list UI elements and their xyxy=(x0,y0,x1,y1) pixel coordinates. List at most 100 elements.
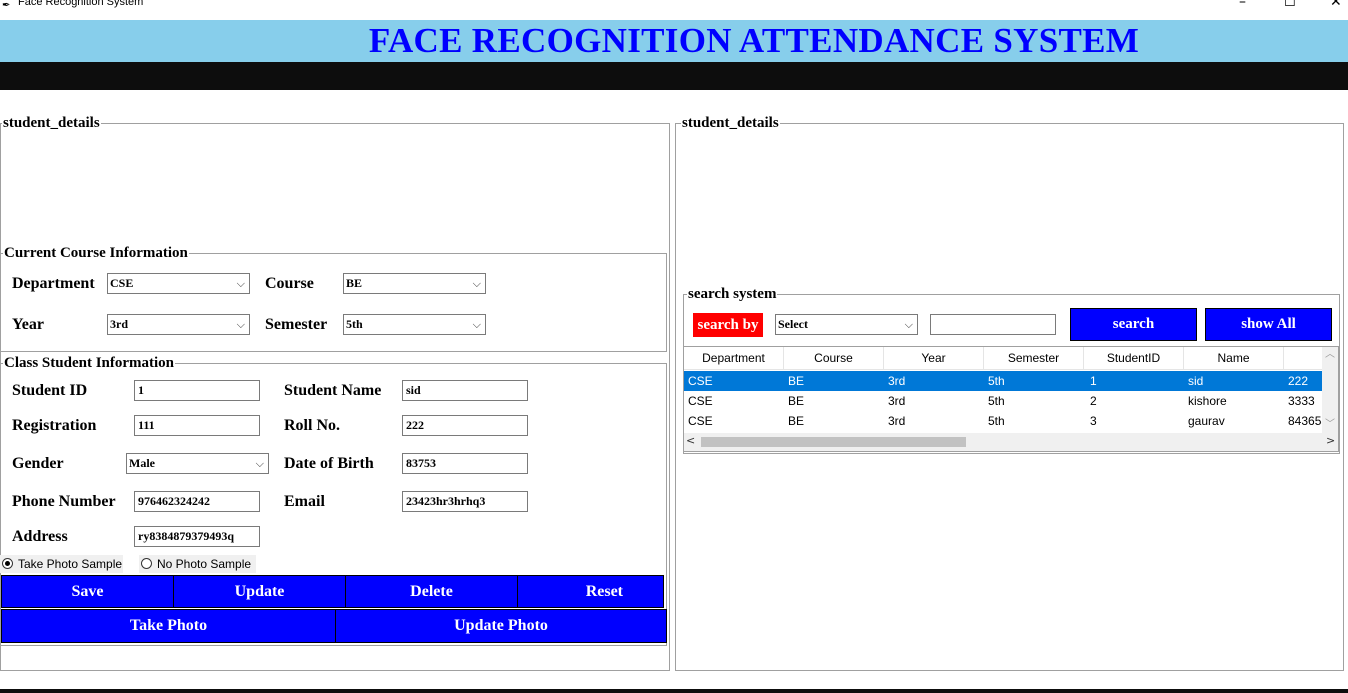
semester-label: Semester xyxy=(265,316,328,333)
maximize-button[interactable]: ☐ xyxy=(1284,0,1296,10)
scroll-right-icon[interactable]: > xyxy=(1326,434,1335,447)
table-cell: BE xyxy=(788,394,805,408)
bottom-bar xyxy=(0,689,1348,693)
search-by-value: Select xyxy=(778,317,808,331)
scroll-left-icon[interactable]: < xyxy=(686,434,695,447)
gender-label: Gender xyxy=(12,455,64,472)
delete-button[interactable]: Delete xyxy=(345,575,518,608)
student-name-input[interactable] xyxy=(402,380,528,401)
horizontal-scroll-thumb[interactable] xyxy=(701,437,966,447)
gender-value: Male xyxy=(129,456,155,470)
no-photo-radio-label: No Photo Sample xyxy=(157,557,252,571)
save-button[interactable]: Save xyxy=(1,575,174,608)
minimize-button[interactable]: – xyxy=(1239,0,1246,10)
close-button[interactable]: ✕ xyxy=(1330,0,1342,10)
search-button[interactable]: search xyxy=(1070,308,1197,341)
email-label: Email xyxy=(284,493,325,510)
column-header[interactable]: Course xyxy=(784,347,884,369)
column-header[interactable]: StudentID xyxy=(1084,347,1184,369)
email-input[interactable] xyxy=(402,491,528,512)
gender-select[interactable]: Male ⌵ xyxy=(126,453,269,474)
phone-label: Phone Number xyxy=(12,493,116,510)
column-header[interactable]: Department xyxy=(684,347,784,369)
update-button[interactable]: Update xyxy=(173,575,346,608)
student-id-label: Student ID xyxy=(12,382,88,399)
page-title: FACE RECOGNITION ATTENDANCE SYSTEM xyxy=(368,21,1140,60)
course-label: Course xyxy=(265,275,314,292)
table-cell: CSE xyxy=(688,394,713,408)
semester-select[interactable]: 5th ⌵ xyxy=(343,314,486,335)
roll-no-input[interactable] xyxy=(402,415,528,436)
registration-label: Registration xyxy=(12,417,97,434)
update-photo-button[interactable]: Update Photo xyxy=(335,609,667,643)
radio-selected-icon xyxy=(2,558,13,570)
table-row[interactable]: CSE BE 3rd 5th 1 sid 222 xyxy=(684,371,1324,391)
vertical-scrollbar[interactable]: ︿ ﹀ xyxy=(1322,347,1338,433)
semester-value: 5th xyxy=(346,317,363,331)
table-cell: sid xyxy=(1188,374,1204,388)
table-cell: 5th xyxy=(988,414,1005,428)
take-photo-radio[interactable]: Take Photo Sample xyxy=(0,555,123,573)
table-cell: 2 xyxy=(1090,394,1097,408)
student-name-label: Student Name xyxy=(284,382,382,399)
course-select[interactable]: BE ⌵ xyxy=(343,273,486,294)
column-header[interactable]: Name xyxy=(1184,347,1284,369)
address-label: Address xyxy=(12,528,68,545)
search-input[interactable] xyxy=(930,314,1056,335)
department-select[interactable]: CSE ⌵ xyxy=(107,273,250,294)
feather-icon: ✒ xyxy=(2,0,11,11)
table-cell: CSE xyxy=(688,414,713,428)
table-cell: 5th xyxy=(988,394,1005,408)
window-title: Face Recognition System xyxy=(18,0,144,8)
table-cell: 3333 xyxy=(1288,394,1315,408)
table-header: Department Course Year Semester StudentI… xyxy=(684,347,1324,370)
dob-input[interactable] xyxy=(402,453,528,474)
student-id-input[interactable] xyxy=(134,380,260,401)
table-row[interactable]: CSE BE 3rd 5th 3 gaurav 843653 xyxy=(684,411,1328,431)
table-cell: gaurav xyxy=(1188,414,1225,428)
year-value: 3rd xyxy=(110,317,128,331)
chevron-down-icon: ⌵ xyxy=(472,277,481,290)
phone-input[interactable] xyxy=(134,491,260,512)
course-info-frame xyxy=(0,253,667,352)
column-header-extra[interactable] xyxy=(1284,347,1324,369)
class-info-legend: Class Student Information xyxy=(3,355,176,371)
chevron-down-icon: ⌵ xyxy=(255,457,264,470)
column-header[interactable]: Semester xyxy=(984,347,1084,369)
scroll-down-icon[interactable]: ﹀ xyxy=(1325,415,1335,430)
dob-label: Date of Birth xyxy=(284,455,374,472)
table-cell: 5th xyxy=(988,374,1005,388)
window-titlebar: ✒ Face Recognition System – ☐ ✕ xyxy=(0,0,1348,18)
search-system-legend: search system xyxy=(687,286,778,302)
radio-unselected-icon xyxy=(141,558,152,570)
table-cell: 3 xyxy=(1090,414,1097,428)
table-row[interactable]: CSE BE 3rd 5th 2 kishore 3333 xyxy=(684,391,1324,411)
year-select[interactable]: 3rd ⌵ xyxy=(107,314,250,335)
show-all-button[interactable]: show All xyxy=(1205,308,1332,341)
table-cell: 222 xyxy=(1288,374,1309,388)
registration-input[interactable] xyxy=(134,415,260,436)
table-cell: CSE xyxy=(688,374,713,388)
table-cell: BE xyxy=(788,414,805,428)
left-frame-legend: student_details xyxy=(2,115,101,131)
column-header[interactable]: Year xyxy=(884,347,984,369)
table-cell: 1 xyxy=(1090,374,1097,388)
search-by-select[interactable]: Select ⌵ xyxy=(775,314,918,335)
department-label: Department xyxy=(12,275,95,292)
course-value: BE xyxy=(346,276,363,290)
scroll-up-icon[interactable]: ︿ xyxy=(1325,347,1335,360)
chevron-down-icon: ⌵ xyxy=(472,318,481,331)
table-cell: kishore xyxy=(1188,394,1227,408)
take-photo-button[interactable]: Take Photo xyxy=(1,609,336,643)
horizontal-scrollbar[interactable]: < > xyxy=(684,433,1338,451)
table-cell: 3rd xyxy=(888,414,906,428)
department-value: CSE xyxy=(110,276,134,290)
address-input[interactable] xyxy=(134,526,260,547)
right-frame-legend: student_details xyxy=(681,115,780,131)
student-table[interactable]: Department Course Year Semester StudentI… xyxy=(683,346,1339,452)
search-by-label: search by xyxy=(693,313,763,337)
chevron-down-icon: ⌵ xyxy=(236,318,245,331)
no-photo-radio[interactable]: No Photo Sample xyxy=(139,555,256,573)
roll-no-label: Roll No. xyxy=(284,417,340,434)
reset-button[interactable]: Reset xyxy=(517,575,664,608)
